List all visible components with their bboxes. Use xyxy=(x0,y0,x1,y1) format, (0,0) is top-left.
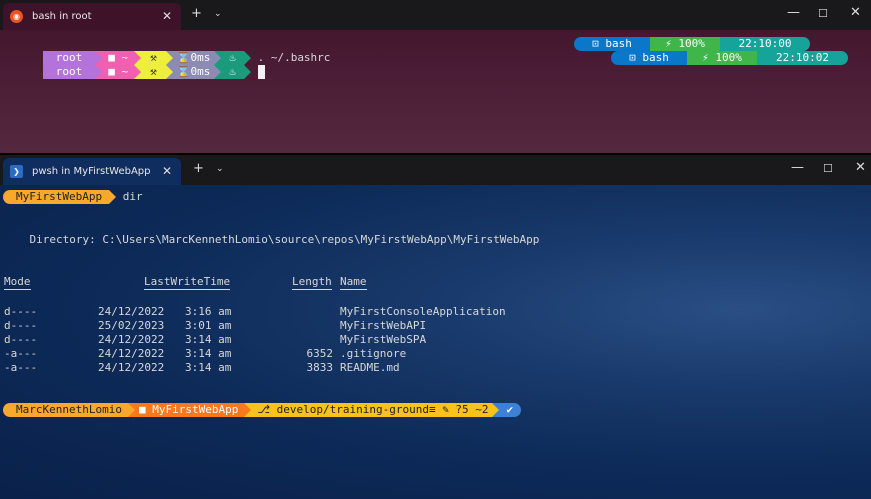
header-lastwritetime: LastWriteTime xyxy=(144,275,231,290)
hourglass-icon: ⌛ xyxy=(176,65,191,78)
pwsh-window: ❯ pwsh in MyFirstWebApp ✕ + ⌄ — ☐ ✕ MyFi… xyxy=(0,155,871,499)
prompt-line: MyFirstWebApp dir xyxy=(3,190,143,204)
bash-window: ◉ bash in root ✕ + ⌄ — ☐ ✕ root ■ ~ ⚒ ⌛0ms ♨… xyxy=(0,0,871,153)
text-cursor xyxy=(257,65,265,79)
folder-icon: ■ xyxy=(138,403,146,416)
chevron-down-icon[interactable]: ⌄ xyxy=(216,164,224,174)
folder-icon: ■ xyxy=(108,65,115,78)
terminal-icon: ⊡ xyxy=(629,51,636,64)
header-mode: Mode xyxy=(4,275,31,290)
time-segment: 22:10:02 xyxy=(757,51,848,65)
user-segment: MarcKennethLomio xyxy=(3,403,128,417)
powershell-icon: ❯ xyxy=(10,165,23,178)
close-window-button[interactable]: ✕ xyxy=(850,5,861,20)
header-name: Name xyxy=(340,275,367,290)
time-segment: 22:10:00 xyxy=(720,37,810,51)
minimize-button[interactable]: — xyxy=(791,160,804,175)
new-tab-button[interactable]: + xyxy=(193,161,204,176)
shell-segment: ⊡ bash xyxy=(611,51,687,65)
close-window-button[interactable]: ✕ xyxy=(855,160,866,175)
plug-icon: ⚡ xyxy=(665,37,672,50)
battery-segment: ⚡ 100% xyxy=(687,51,757,65)
tab-pwsh[interactable]: ❯ pwsh in MyFirstWebApp ✕ xyxy=(3,158,181,185)
git-branch-icon: ⎇ xyxy=(257,403,270,416)
prompt-line-1: root ■ ~ ⚒ ⌛0ms ♨ . ~/.bashrc xyxy=(3,37,330,65)
shell-segment: ⊡ bash xyxy=(574,37,650,51)
minimize-button[interactable]: — xyxy=(787,5,800,20)
flame-icon: ♨ xyxy=(229,65,236,78)
folder-segment: ■ ~ xyxy=(102,65,135,79)
dir-segment: MyFirstWebApp xyxy=(3,190,110,204)
path-segment: ■ MyFirstWebApp xyxy=(134,403,245,417)
close-tab-icon[interactable]: ✕ xyxy=(162,9,172,23)
status-segment: ✔ xyxy=(498,403,522,417)
header-length: Length xyxy=(292,275,332,290)
plug-icon: ⚡ xyxy=(702,51,709,64)
close-tab-icon[interactable]: ✕ xyxy=(162,164,172,178)
git-segment: ⎇ develop/training-ground≡ ✎ ?5 ~2 xyxy=(251,403,492,417)
chevron-down-icon[interactable]: ⌄ xyxy=(214,9,222,19)
exec-time-segment: ⌛0ms xyxy=(172,65,215,79)
command-text: dir xyxy=(122,190,143,203)
ubuntu-icon: ◉ xyxy=(10,10,23,23)
wrench-icon: ⚒ xyxy=(150,65,157,78)
maximize-button[interactable]: ☐ xyxy=(823,162,833,175)
title-bar: ❯ pwsh in MyFirstWebApp ✕ + ⌄ — ☐ ✕ xyxy=(0,155,871,185)
node-segment: ♨ xyxy=(221,65,244,79)
command-text: . ~/.bashrc xyxy=(257,51,331,64)
maximize-button[interactable]: ☐ xyxy=(818,7,828,20)
tab-title: pwsh in MyFirstWebApp xyxy=(32,166,151,177)
final-prompt-line: MarcKennethLomio ■ MyFirstWebApp ⎇ develop… xyxy=(3,403,522,417)
new-tab-button[interactable]: + xyxy=(191,6,202,21)
user-segment: root xyxy=(42,65,96,79)
terminal-icon: ⊡ xyxy=(592,37,599,50)
tab-bash[interactable]: ◉ bash in root ✕ xyxy=(3,3,181,30)
title-bar: ◉ bash in root ✕ + ⌄ — ☐ ✕ xyxy=(0,0,871,30)
directory-line: Directory: C:\Users\MarcKennethLomio\sou… xyxy=(3,233,540,246)
prompt-line-2: root ■ ~ ⚒ ⌛0ms ♨ xyxy=(3,51,265,79)
tab-title: bash in root xyxy=(32,11,92,22)
battery-segment: ⚡ 100% xyxy=(650,37,720,51)
check-icon: ✔ xyxy=(506,403,514,416)
git-segment: ⚒ xyxy=(141,65,166,79)
